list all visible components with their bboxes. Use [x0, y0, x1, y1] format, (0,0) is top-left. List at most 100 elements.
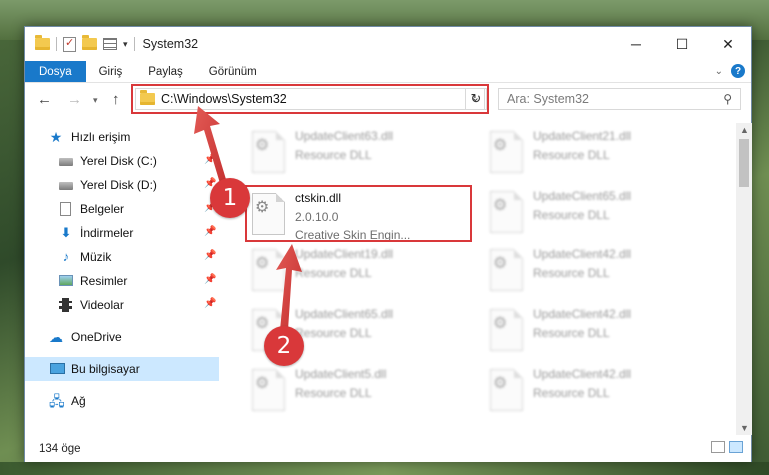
address-bar[interactable]: C:\Windows\System32 ⌄	[135, 88, 485, 110]
up-arrow-icon[interactable]: ↑	[112, 91, 120, 108]
search-icon: ⚲	[723, 92, 732, 106]
search-input[interactable]: Ara: System32 ⚲	[498, 88, 741, 110]
annotation-badge-1: 1	[210, 178, 250, 218]
window-title: System32	[142, 37, 199, 51]
file-item[interactable]: ⚙ UpdateClient65.dll Resource DLL	[485, 183, 710, 243]
vertical-scrollbar[interactable]: ▲ ▼	[736, 123, 752, 435]
tab-home[interactable]: Giriş	[86, 61, 136, 82]
pin-icon[interactable]: 📌	[204, 154, 216, 165]
refresh-button[interactable]: ↻	[465, 88, 487, 110]
details-view-icon[interactable]	[711, 441, 725, 453]
sidebar-item-label: Videolar	[80, 298, 124, 312]
forward-arrow-icon[interactable]: →	[67, 91, 82, 108]
scroll-up-icon[interactable]: ▲	[740, 125, 749, 135]
sidebar-item-this-pc[interactable]: Bu bilgisayar	[25, 357, 219, 381]
large-icons-view-icon[interactable]	[729, 441, 743, 453]
properties-icon[interactable]	[63, 36, 76, 52]
file-name: UpdateClient63.dll	[295, 129, 394, 143]
close-button[interactable]: ✕	[705, 27, 751, 61]
sidebar-item-local-disk-d[interactable]: Yerel Disk (D:) 📌	[25, 173, 219, 197]
title-bar: ▾ System32 ─ ☐ ✕	[25, 27, 751, 61]
file-name: UpdateClient42.dll	[533, 247, 632, 261]
search-placeholder: Ara: System32	[507, 92, 589, 106]
sidebar-item-documents[interactable]: Belgeler 📌	[25, 197, 219, 221]
pin-icon[interactable]: 📌	[204, 274, 216, 285]
toolbar-divider	[56, 37, 57, 51]
ribbon-tabs: Dosya Giriş Paylaş Görünüm ⌄ ?	[25, 61, 751, 83]
navigation-bar: ← → ▾ ↑ C:\Windows\System32 ⌄ ↻ Ara: Sys…	[25, 84, 751, 116]
file-type: Resource DLL	[533, 148, 610, 162]
file-explorer-window: ▾ System32 ─ ☐ ✕ Dosya Giriş Paylaş Görü…	[24, 26, 752, 462]
ribbon-right-controls: ⌄ ?	[715, 64, 745, 78]
view-options-icon[interactable]	[103, 38, 117, 50]
file-item-ctskin[interactable]: ⚙ ctskin.dll 2.0.10.0 Creative Skin Engi…	[247, 185, 472, 245]
file-item[interactable]: ⚙ UpdateClient5.dll Resource DLL	[247, 361, 472, 421]
sidebar-item-pictures[interactable]: Resimler 📌	[25, 269, 219, 293]
gear-icon: ⚙	[493, 315, 508, 332]
sidebar-item-local-disk-c[interactable]: Yerel Disk (C:) 📌	[25, 149, 219, 173]
sidebar-item-label: Yerel Disk (D:)	[80, 178, 157, 192]
sidebar-item-downloads[interactable]: ⬇ İndirmeler 📌	[25, 221, 219, 245]
file-type: Resource DLL	[295, 148, 372, 162]
toolbar-divider	[133, 37, 135, 51]
item-count: 134 öge	[39, 442, 81, 455]
sidebar-item-label: Bu bilgisayar	[71, 362, 140, 376]
sidebar-item-music[interactable]: ♪ Müzik 📌	[25, 245, 219, 269]
cloud-icon: ☁	[49, 329, 63, 345]
file-type: Resource DLL	[533, 266, 610, 280]
file-name: UpdateClient65.dll	[533, 189, 632, 203]
chevron-down-icon[interactable]: ▾	[123, 39, 128, 50]
star-icon: ★	[49, 129, 63, 145]
file-type: Resource DLL	[533, 326, 610, 340]
sidebar-item-label: Belgeler	[80, 202, 125, 216]
back-arrow-icon[interactable]: ←	[37, 91, 52, 108]
sidebar-item-label: Ağ	[71, 394, 86, 408]
tab-share[interactable]: Paylaş	[135, 61, 196, 82]
sidebar-item-videos[interactable]: Videolar 📌	[25, 293, 219, 317]
file-type: Resource DLL	[533, 208, 610, 222]
file-item[interactable]: ⚙ UpdateClient42.dll Resource DLL	[485, 241, 710, 301]
maximize-button[interactable]: ☐	[659, 27, 705, 61]
document-icon	[60, 202, 71, 216]
file-item[interactable]: ⚙ UpdateClient19.dll Resource DLL	[247, 241, 472, 301]
file-name: UpdateClient65.dll	[295, 307, 394, 321]
sidebar-item-onedrive[interactable]: ☁ OneDrive	[25, 325, 219, 349]
folder-icon	[140, 90, 155, 105]
file-item[interactable]: ⚙ UpdateClient42.dll Resource DLL	[485, 301, 710, 361]
computer-icon	[50, 363, 65, 374]
sidebar-item-label: Yerel Disk (C:)	[80, 154, 157, 168]
gear-icon: ⚙	[493, 197, 508, 214]
help-icon[interactable]: ?	[731, 64, 745, 78]
scrollbar-thumb[interactable]	[739, 139, 749, 187]
file-item[interactable]: ⚙ UpdateClient42.dll Resource DLL	[485, 361, 710, 421]
view-toggles	[711, 441, 743, 453]
tab-view[interactable]: Görünüm	[196, 61, 270, 82]
gear-icon: ⚙	[493, 137, 508, 154]
new-folder-icon[interactable]	[82, 35, 97, 50]
pin-icon[interactable]: 📌	[204, 226, 216, 237]
tab-file[interactable]: Dosya	[25, 61, 86, 82]
file-item[interactable]: ⚙ UpdateClient21.dll Resource DLL	[485, 123, 710, 183]
pin-icon[interactable]: 📌	[204, 298, 216, 309]
window-controls: ─ ☐ ✕	[613, 27, 751, 61]
file-list: ⚙ UpdateClient63.dll Resource DLL ⚙ ctsk…	[223, 123, 735, 435]
sidebar-item-label: Resimler	[80, 274, 128, 288]
address-path[interactable]: C:\Windows\System32	[161, 92, 287, 106]
file-name: UpdateClient42.dll	[533, 367, 632, 381]
file-version: 2.0.10.0	[295, 210, 339, 224]
file-name: UpdateClient42.dll	[533, 307, 632, 321]
file-item[interactable]: ⚙ UpdateClient63.dll Resource DLL	[247, 123, 472, 183]
recent-locations-icon[interactable]: ▾	[93, 95, 98, 106]
pin-icon[interactable]: 📌	[204, 250, 216, 261]
gear-icon: ⚙	[493, 375, 508, 392]
gear-icon: ⚙	[255, 255, 270, 272]
sidebar-item-network[interactable]: 🖧 Ağ	[25, 389, 219, 413]
minimize-button[interactable]: ─	[613, 27, 659, 61]
quick-access-toolbar: ▾	[35, 35, 135, 52]
sidebar-item-quick-access[interactable]: ★ Hızlı erişim	[25, 125, 219, 149]
pictures-icon	[59, 275, 73, 286]
scroll-down-icon[interactable]: ▼	[740, 423, 749, 433]
sidebar-item-label: Hızlı erişim	[71, 130, 131, 144]
drive-icon	[59, 182, 73, 190]
expand-ribbon-icon[interactable]: ⌄	[715, 66, 723, 77]
